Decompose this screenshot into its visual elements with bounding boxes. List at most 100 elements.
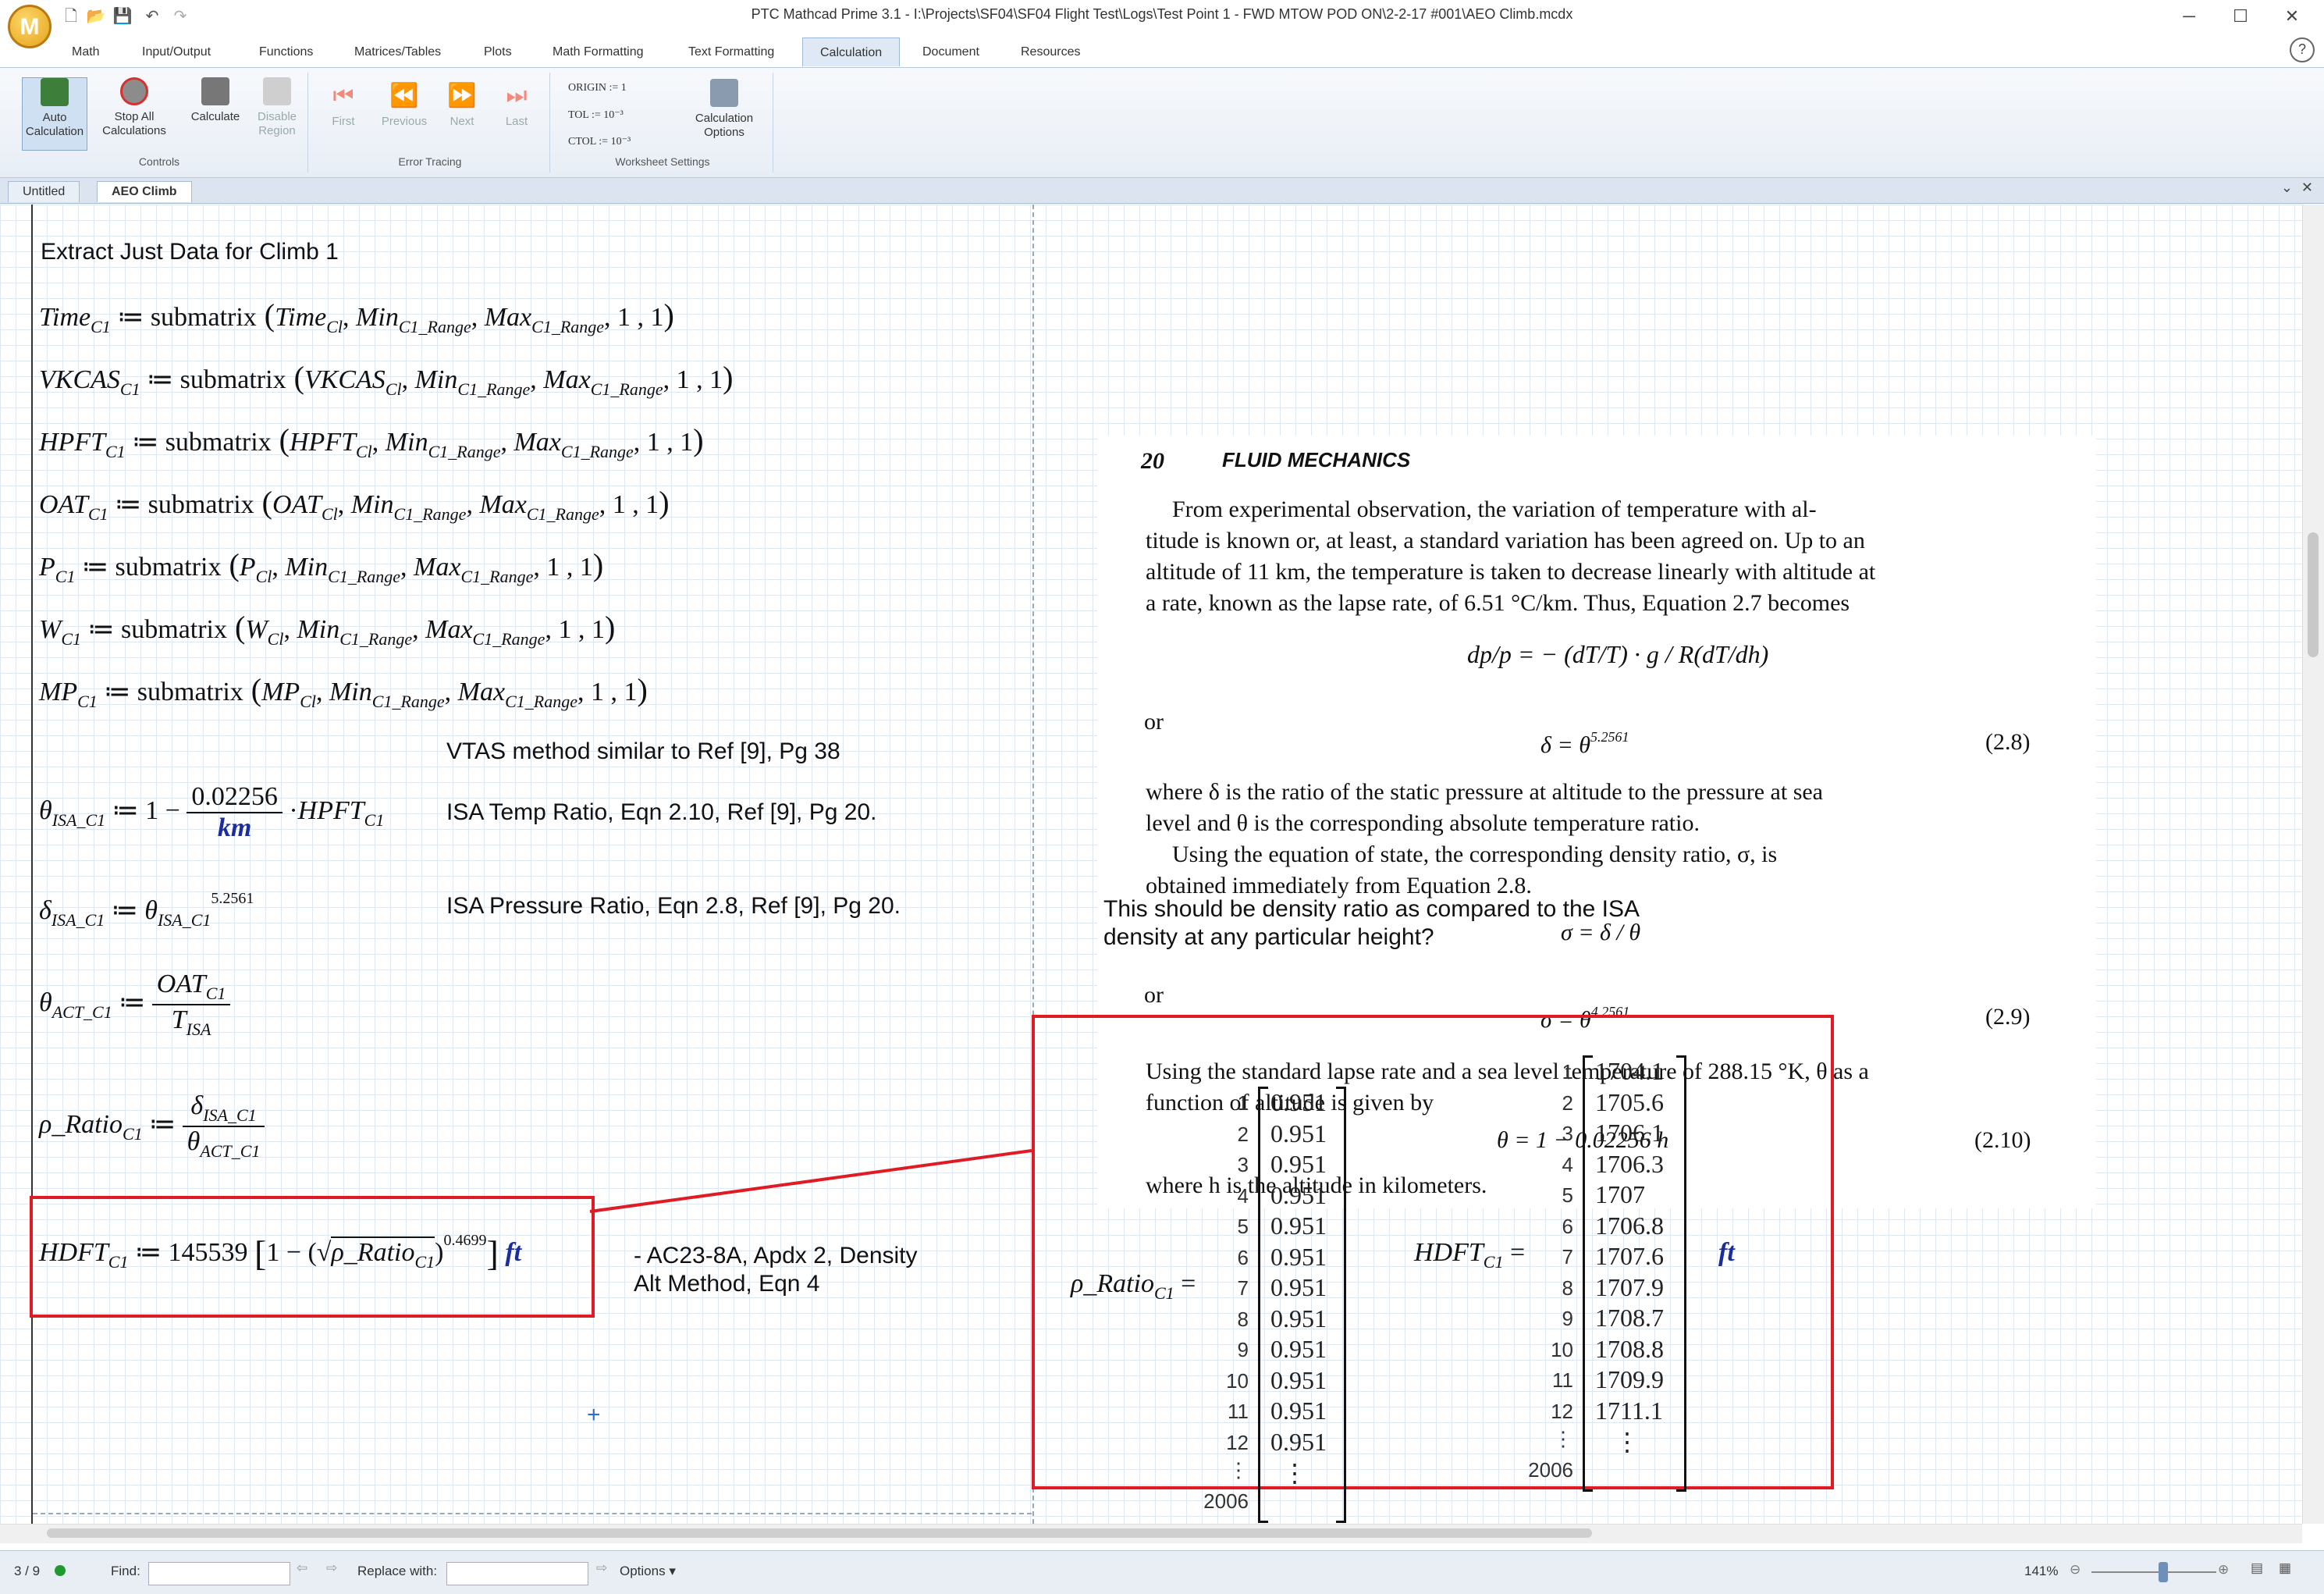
help-icon[interactable]: ?: [2290, 37, 2315, 62]
hdft-result-label[interactable]: HDFTC1 =: [1414, 1238, 1525, 1272]
matrix-cell: 0.951: [1270, 1088, 1327, 1116]
origin-setting[interactable]: ORIGIN := 1: [568, 82, 627, 94]
calculate-button[interactable]: Calculate: [184, 77, 247, 149]
matrix-cell: 0.951: [1270, 1365, 1327, 1394]
zoom-in-icon[interactable]: ⊕: [2218, 1562, 2229, 1578]
status-bar: 3 / 9 Find: ⇦ ⇨ Replace with: ⇨ Options …: [0, 1550, 2324, 1594]
find-next-icon[interactable]: ⇨: [326, 1560, 337, 1576]
next-error-button[interactable]: ⏩ Next: [439, 82, 485, 129]
matrix-ellipsis: ⋮: [1615, 1428, 1640, 1456]
matrix-cell: 0.951: [1270, 1335, 1327, 1363]
vertical-scrollbar[interactable]: [2302, 205, 2324, 1524]
matrix-cell: 1704.1: [1595, 1057, 1664, 1085]
auto-calculation-button[interactable]: Auto Calculation: [22, 77, 87, 151]
book-page-number: 20: [1141, 448, 1164, 474]
matrix-cell: 1711.1: [1595, 1396, 1663, 1425]
matrix-last-index: 2006: [1528, 1457, 1573, 1482]
stop-calc-icon: [120, 77, 148, 105]
tol-setting[interactable]: TOL := 10⁻³: [568, 109, 624, 122]
ribbon: Auto Calculation Stop All Calculations C…: [0, 67, 2324, 178]
tab-math-formatting[interactable]: Math Formatting: [545, 42, 651, 62]
matrix-cell: 0.951: [1270, 1397, 1327, 1425]
tab-matrices-tables[interactable]: Matrices/Tables: [346, 42, 449, 62]
find-input[interactable]: [148, 1562, 290, 1585]
last-error-button[interactable]: ⏭ Last: [493, 82, 540, 129]
calculator-icon: [201, 77, 229, 105]
tab-input-output[interactable]: Input/Output: [134, 42, 219, 62]
matrix-row-index: 12: [1551, 1399, 1573, 1423]
doc-tab-untitled[interactable]: Untitled: [8, 181, 80, 202]
worksheet-canvas[interactable]: Extract Just Data for Climb 1 TimeC1 ≔ s…: [0, 205, 2302, 1524]
matrix-cell: 1706.1: [1595, 1119, 1664, 1147]
calc-status-icon: [55, 1565, 66, 1576]
matrix-ellipsis: ⋮: [1282, 1459, 1307, 1487]
matrix-row-index: 4: [1237, 1183, 1249, 1208]
draft-view-icon[interactable]: ▦: [2279, 1560, 2291, 1576]
zoom-slider-thumb[interactable]: [2159, 1562, 2168, 1582]
first-icon: ⏮: [332, 83, 354, 109]
matrix-cell: 0.951: [1270, 1427, 1327, 1456]
matrix-cell: 0.951: [1270, 1273, 1327, 1301]
vertical-scroll-thumb[interactable]: [2308, 532, 2319, 657]
horizontal-scroll-thumb[interactable]: [47, 1528, 1592, 1538]
book-eq-2-9-number: (2.9): [1985, 1004, 2031, 1030]
zoom-out-icon[interactable]: ⊖: [2070, 1562, 2081, 1578]
ribbon-tab-bar: Math Input/Output Functions Matrices/Tab…: [0, 33, 2324, 67]
book-text-line: where δ is the ratio of the static press…: [1146, 779, 1823, 805]
tab-list-chevron-icon[interactable]: ⌄: [2281, 180, 2293, 196]
hdft-result-unit: ft: [1718, 1238, 1735, 1267]
hdft-result-matrix[interactable]: 1 1704.1 2 1705.6 3 1706.1 4 1706.3 5 1707 6 1706.8…: [1528, 1055, 1698, 1492]
matrix-row-index: 6: [1237, 1245, 1249, 1269]
previous-error-button[interactable]: ⏪ Previous: [373, 82, 435, 129]
options-dropdown[interactable]: Options ▾: [620, 1564, 676, 1579]
find-previous-icon[interactable]: ⇦: [297, 1560, 307, 1576]
matrix-left-bracket: [1258, 1087, 1268, 1523]
replace-input[interactable]: [446, 1562, 588, 1585]
calculator-auto-icon: [41, 78, 69, 106]
page-view-icon[interactable]: ▤: [2251, 1560, 2263, 1576]
mathcad-logo-icon[interactable]: M: [8, 5, 52, 48]
ctol-setting[interactable]: CTOL := 10⁻³: [568, 135, 631, 148]
tab-functions[interactable]: Functions: [251, 42, 321, 62]
close-doc-icon[interactable]: ✕: [2301, 180, 2313, 196]
last-icon: ⏭: [506, 83, 528, 109]
tab-resources[interactable]: Resources: [1013, 42, 1088, 62]
book-eq-2-8: δ = θ5.2561: [1540, 729, 1629, 758]
worksheet-settings-group: ORIGIN := 1 TOL := 10⁻³ CTOL := 10⁻³ Cal…: [553, 73, 773, 173]
tab-calculation[interactable]: Calculation: [802, 37, 901, 66]
calculation-options-button[interactable]: Calculation Options: [684, 79, 765, 140]
rho-ratio-result-matrix[interactable]: 1 0.951 2 0.951 3 0.951 4 0.951 5 0.951 6 0.951 7 0.9…: [1203, 1087, 1358, 1523]
minimize-button[interactable]: ─: [2162, 0, 2216, 33]
book-text-line: a rate, known as the lapse rate, of 6.51…: [1146, 590, 1850, 616]
tab-text-formatting[interactable]: Text Formatting: [680, 42, 782, 62]
book-text-line: obtained immediately from Equation 2.8.: [1146, 873, 1532, 898]
book-eq-sigma: σ = δ / θ: [1561, 920, 1641, 945]
replace-icon[interactable]: ⇨: [596, 1560, 607, 1576]
close-button[interactable]: ✕: [2265, 0, 2319, 33]
tab-plots[interactable]: Plots: [476, 42, 520, 62]
matrix-cell: 1706.8: [1595, 1211, 1664, 1240]
density-question-line-1[interactable]: This should be density ratio as compared…: [1103, 896, 1640, 923]
horizontal-scrollbar[interactable]: [0, 1524, 2302, 1543]
stop-all-calculations-button[interactable]: Stop All Calculations: [94, 77, 175, 149]
maximize-button[interactable]: ☐: [2213, 0, 2268, 33]
first-error-button[interactable]: ⏮ First: [320, 82, 367, 129]
tab-document[interactable]: Document: [915, 42, 987, 62]
book-text-line: titude is known or, at least, a standard…: [1146, 528, 1865, 553]
error-tracing-group: ⏮ First ⏪ Previous ⏩ Next ⏭ Last Error T…: [311, 73, 550, 173]
matrix-row-index: 10: [1551, 1337, 1573, 1361]
disable-region-button[interactable]: Disable Region: [250, 77, 304, 149]
rho-ratio-result-label[interactable]: ρ_RatioC1 =: [1071, 1269, 1196, 1304]
zoom-slider-track[interactable]: [2091, 1571, 2216, 1573]
doc-tab-aeo-climb[interactable]: AEO Climb: [97, 181, 192, 202]
book-or-2: or: [1144, 982, 1164, 1008]
matrix-cell: 0.951: [1270, 1304, 1327, 1332]
matrix-row-index: 5: [1237, 1215, 1249, 1238]
density-question-line-2[interactable]: density at any particular height?: [1103, 924, 1434, 951]
matrix-cell: 1708.7: [1595, 1304, 1664, 1332]
tab-math[interactable]: Math: [64, 42, 108, 62]
matrix-cell: 1707: [1595, 1180, 1645, 1208]
worksheet-settings-group-label: Worksheet Settings: [615, 155, 710, 168]
matrix-index-ellipsis: ⋮: [1553, 1427, 1573, 1450]
matrix-cell: 1706.3: [1595, 1149, 1664, 1178]
